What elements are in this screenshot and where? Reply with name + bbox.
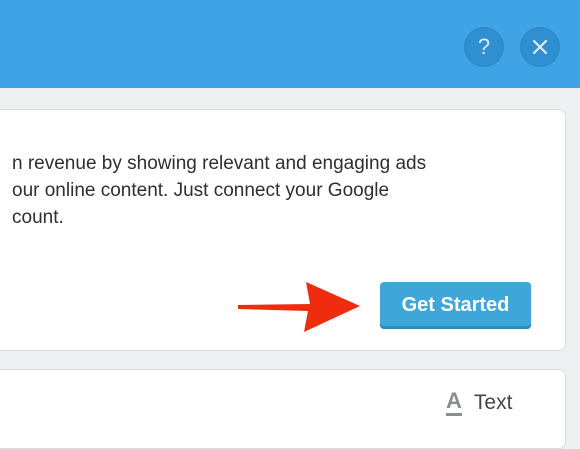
red-arrow-icon xyxy=(238,282,360,332)
help-button[interactable]: ? xyxy=(464,27,504,67)
description-line: count. xyxy=(12,207,64,228)
get-started-button[interactable]: Get Started xyxy=(380,282,531,329)
close-button[interactable] xyxy=(520,27,560,67)
text-button[interactable]: A Text xyxy=(446,388,512,418)
text-format-icon: A xyxy=(446,390,462,416)
card-description: n revenue by showing relevant and engagi… xyxy=(12,150,512,231)
help-icon: ? xyxy=(477,34,491,59)
description-line: our online content. Just connect your Go… xyxy=(12,180,390,201)
close-icon xyxy=(532,39,548,55)
text-button-label: Text xyxy=(473,391,513,414)
description-line: n revenue by showing relevant and engagi… xyxy=(12,153,427,174)
top-bar: ? xyxy=(0,0,580,88)
